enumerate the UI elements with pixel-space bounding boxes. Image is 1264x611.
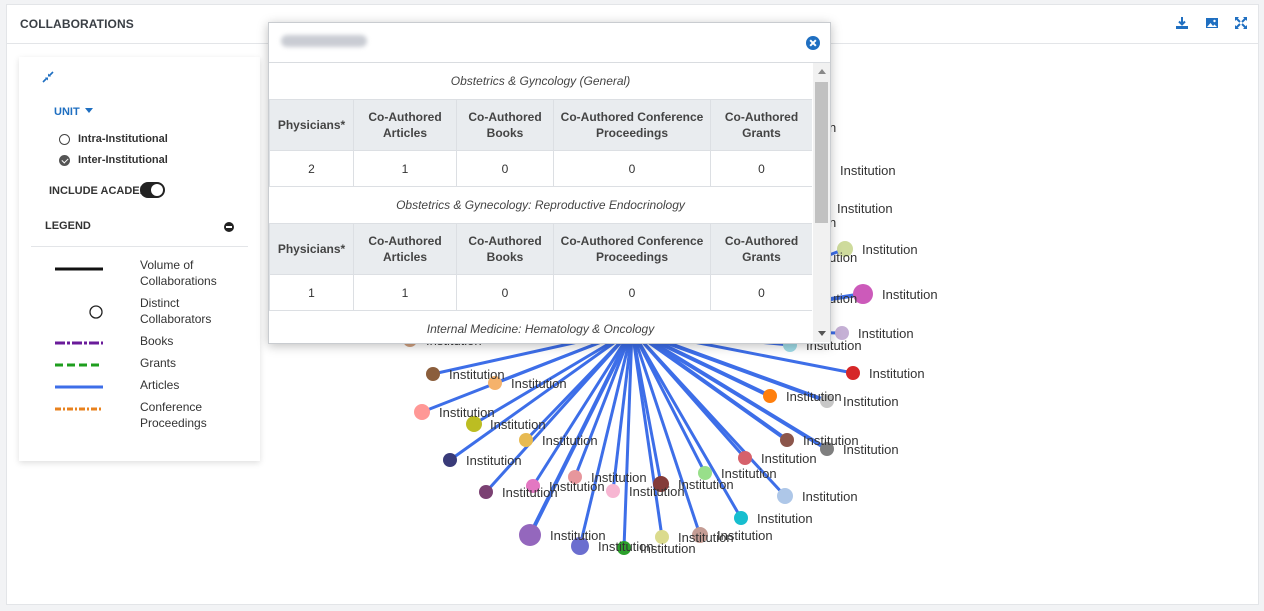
legend-collapse-icon[interactable] xyxy=(224,222,234,232)
institution-node[interactable] xyxy=(606,484,620,498)
legend-label: Volume of Collaborations xyxy=(140,258,217,288)
legend-label: Distinct Collaborators xyxy=(140,296,212,326)
radio-intra-institutional[interactable]: Intra-Institutional xyxy=(59,133,168,145)
unit-dropdown[interactable]: UNIT xyxy=(54,106,93,118)
institution-node[interactable] xyxy=(653,476,669,492)
table-cell: 1 xyxy=(353,150,457,187)
chevron-down-icon xyxy=(84,108,93,113)
institution-node[interactable] xyxy=(617,541,631,555)
institution-node[interactable] xyxy=(692,527,708,543)
collapse-icon[interactable] xyxy=(41,70,55,84)
conference-line-icon xyxy=(55,407,103,411)
institution-node[interactable] xyxy=(820,394,834,408)
institution-node[interactable] xyxy=(835,326,849,340)
institution-node[interactable] xyxy=(519,433,533,447)
stats-table: Physicians* Co-Authored Articles Co-Auth… xyxy=(269,223,812,311)
table-header-row: Physicians* Co-Authored Articles Co-Auth… xyxy=(269,99,812,151)
collaboration-details-popup: Obstetrics & Gyncology (General) Physici… xyxy=(268,22,831,344)
grants-line-icon xyxy=(55,363,103,367)
institution-node[interactable] xyxy=(655,530,669,544)
institution-node[interactable] xyxy=(479,485,493,499)
radio-inter-institutional[interactable]: Inter-Institutional xyxy=(59,154,168,166)
column-header: Physicians* xyxy=(269,99,354,151)
institution-node[interactable] xyxy=(466,416,482,432)
institution-node[interactable] xyxy=(571,537,589,555)
column-header: Co-Authored Books xyxy=(456,223,554,275)
institution-node[interactable] xyxy=(837,241,853,257)
download-icon[interactable] xyxy=(1174,15,1190,31)
popup-header xyxy=(269,23,830,63)
institution-node[interactable] xyxy=(734,511,748,525)
column-header: Co-Authored Articles xyxy=(353,99,457,151)
radio-checked-icon xyxy=(59,155,70,166)
institution-node[interactable] xyxy=(780,433,794,447)
circle-icon xyxy=(89,305,103,319)
table-cell: 2 xyxy=(269,150,354,187)
column-header: Co-Authored Conference Proceedings xyxy=(553,99,711,151)
table-cell: 1 xyxy=(269,274,354,311)
table-row: 2 1 0 0 0 xyxy=(269,150,812,187)
institution-node[interactable] xyxy=(519,524,541,546)
legend-label: Grants xyxy=(140,356,177,370)
legend-label: Books xyxy=(140,334,174,348)
table-cell: 0 xyxy=(710,150,812,187)
institution-node[interactable] xyxy=(414,404,430,420)
legend-label: Articles xyxy=(140,378,180,392)
table-cell: 0 xyxy=(710,274,812,311)
institution-node[interactable] xyxy=(846,366,860,380)
redacted-name xyxy=(281,35,367,47)
scroll-up-icon[interactable] xyxy=(818,69,826,74)
table-cell: 0 xyxy=(456,274,554,311)
institution-node[interactable] xyxy=(820,442,834,456)
institution-node[interactable] xyxy=(568,470,582,484)
column-header: Co-Authored Grants xyxy=(710,99,812,151)
column-header: Co-Authored Articles xyxy=(353,223,457,275)
institution-node[interactable] xyxy=(426,367,440,381)
column-header: Co-Authored Grants xyxy=(710,223,812,275)
table-row: 1 1 0 0 0 xyxy=(269,274,812,311)
table-cell: 0 xyxy=(456,150,554,187)
institution-node[interactable] xyxy=(488,376,502,390)
popup-scrollbar[interactable] xyxy=(813,63,830,342)
thick-line-icon xyxy=(55,267,103,271)
table-cell: 1 xyxy=(353,274,457,311)
scroll-thumb[interactable] xyxy=(815,82,828,223)
column-header: Co-Authored Conference Proceedings xyxy=(553,223,711,275)
specialty-title: Obstetrics & Gynecology: Reproductive En… xyxy=(396,198,685,212)
divider xyxy=(31,246,248,247)
radio-label: Inter-Institutional xyxy=(78,154,168,166)
table-cell: 0 xyxy=(553,150,711,187)
legend-label: Conference Proceedings xyxy=(140,400,207,430)
radio-label: Intra-Institutional xyxy=(78,133,168,145)
column-header: Physicians* xyxy=(269,223,354,275)
institution-node[interactable] xyxy=(777,488,793,504)
table-cell: 0 xyxy=(553,274,711,311)
institution-node[interactable] xyxy=(763,389,777,403)
books-line-icon xyxy=(55,341,103,345)
specialty-title: Obstetrics & Gyncology (General) xyxy=(450,74,631,88)
unit-dropdown-label: UNIT xyxy=(54,106,80,118)
stats-table: Physicians* Co-Authored Articles Co-Auth… xyxy=(269,99,812,187)
column-header: Co-Authored Books xyxy=(456,99,554,151)
table-header-row: Physicians* Co-Authored Articles Co-Auth… xyxy=(269,223,812,275)
scroll-down-icon[interactable] xyxy=(818,331,826,336)
institution-node[interactable] xyxy=(738,451,752,465)
popup-body: Obstetrics & Gyncology (General) Physici… xyxy=(269,63,812,342)
page-title: COLLABORATIONS xyxy=(20,17,134,31)
close-icon[interactable] xyxy=(806,36,820,50)
institution-node[interactable] xyxy=(526,479,540,493)
radio-unchecked-icon xyxy=(59,134,70,145)
include-academic-toggle[interactable] xyxy=(140,182,165,198)
institution-node[interactable] xyxy=(853,284,873,304)
specialty-title: Internal Medicine: Hematology & Oncology xyxy=(426,322,655,336)
expand-icon[interactable] xyxy=(1233,15,1249,31)
legend-title: LEGEND xyxy=(45,220,91,232)
articles-line-icon xyxy=(55,385,103,389)
institution-node[interactable] xyxy=(443,453,457,467)
institution-node[interactable] xyxy=(698,466,712,480)
options-panel: UNIT Intra-Institutional Inter-Instituti… xyxy=(19,57,260,461)
image-icon[interactable] xyxy=(1204,15,1220,31)
